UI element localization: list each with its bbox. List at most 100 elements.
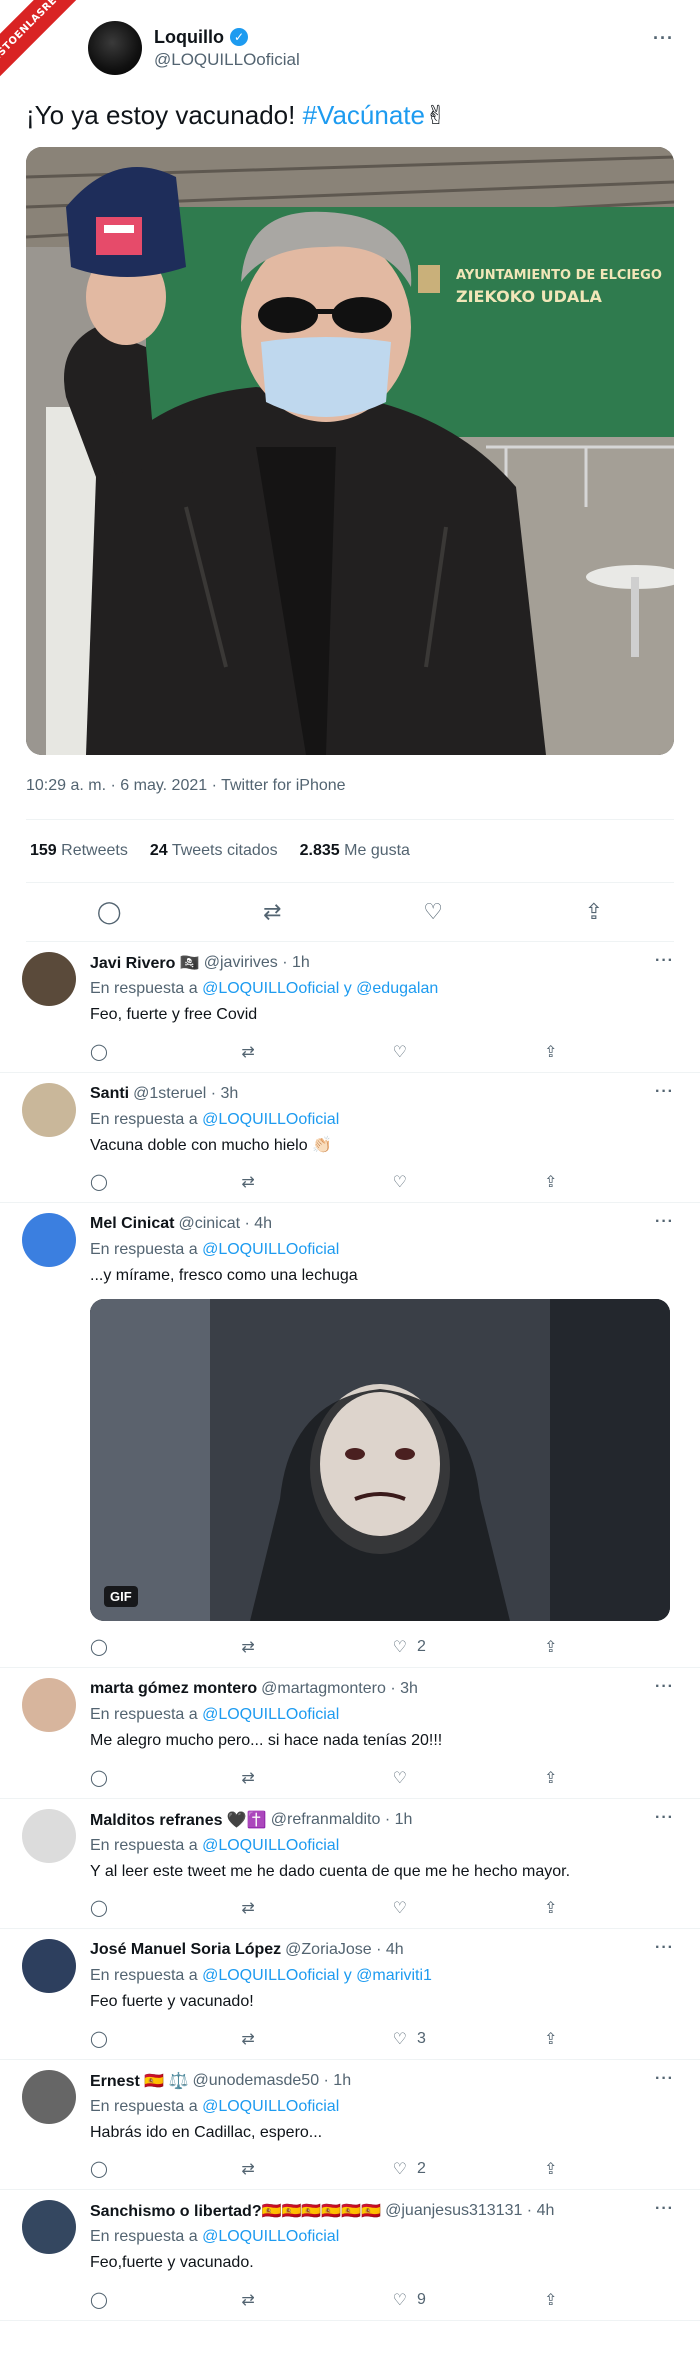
share-icon[interactable]: ⇪	[544, 1898, 584, 1918]
share-icon[interactable]: ⇪	[544, 1637, 584, 1657]
more-options-icon[interactable]: ···	[655, 952, 674, 970]
share-icon[interactable]: ⇪	[585, 899, 603, 925]
like-button[interactable]: ♡ 9	[393, 2290, 433, 2310]
reply-avatar[interactable]	[22, 952, 76, 1007]
reply-to-link[interactable]: @LOQUILLOoficial	[202, 2228, 339, 2245]
reply-tweet-2[interactable]: Santi @1steruel · 3h ··· En respuesta a …	[0, 1073, 700, 1204]
reply-handle[interactable]: @martagmontero · 3h	[261, 1680, 418, 1698]
reply-tweet-4[interactable]: marta gómez montero @martagmontero · 3h …	[0, 1668, 700, 1799]
more-options-icon[interactable]: ···	[655, 1678, 674, 1696]
reply-to-link[interactable]: @LOQUILLOoficial	[202, 1111, 339, 1128]
quote-tweets-stat[interactable]: 24 Tweets citados	[150, 842, 278, 860]
reply-actions: ◯ ⇄ ♡ ⇪	[90, 1042, 674, 1062]
like-button[interactable]: ♡	[393, 1768, 433, 1788]
reply-to-link[interactable]: @LOQUILLOoficial	[202, 1241, 339, 1258]
reply-actions: ◯ ⇄ ♡ ⇪	[90, 1172, 674, 1192]
retweet-icon[interactable]: ⇄	[241, 2159, 281, 2179]
reply-tweet-8[interactable]: Sanchismo o libertad?🇪🇸🇪🇸🇪🇸🇪🇸🇪🇸🇪🇸 @juanj…	[0, 2190, 700, 2321]
reply-tweet-6[interactable]: José Manuel Soria López @ZoriaJose · 4h …	[0, 1929, 700, 2060]
tweet-timestamp[interactable]: 10:29 a. m. · 6 may. 2021 · Twitter for …	[26, 777, 674, 821]
author-handle[interactable]: @LOQUILLOoficial	[154, 50, 300, 70]
reply-icon[interactable]: ◯	[90, 1042, 130, 1062]
reply-tweet-3[interactable]: Mel Cinicat @cinicat · 4h ··· En respues…	[0, 1203, 700, 1668]
reply-handle[interactable]: @unodemasde50 · 1h	[193, 2072, 352, 2090]
reply-avatar[interactable]	[22, 1213, 76, 1268]
author-name[interactable]: Loquillo	[154, 27, 224, 48]
reply-icon[interactable]: ◯	[90, 2159, 130, 2179]
reply-tweet-5[interactable]: Malditos refranes 🖤✝️ @refranmaldito · 1…	[0, 1799, 700, 1930]
reply-handle[interactable]: @juanjesus313131 · 4h	[385, 2202, 554, 2220]
more-options-icon[interactable]: ···	[655, 2200, 674, 2218]
share-icon[interactable]: ⇪	[544, 2159, 584, 2179]
reply-handle[interactable]: @refranmaldito · 1h	[271, 1811, 413, 1829]
reply-tweet-1[interactable]: Javi Rivero 🏴‍☠️ @javirives · 1h ··· En …	[0, 942, 700, 1073]
more-options-icon[interactable]: ···	[655, 1083, 674, 1101]
hashtag-link[interactable]: #Vacúnate	[303, 100, 425, 130]
retweets-stat[interactable]: 159 Retweets	[30, 842, 128, 860]
like-button[interactable]: ♡	[393, 1898, 433, 1918]
retweet-icon[interactable]: ⇄	[241, 1042, 281, 1062]
more-options-icon[interactable]: ···	[653, 28, 674, 49]
reply-avatar[interactable]	[22, 1939, 76, 1994]
like-button[interactable]: ♡	[393, 1172, 433, 1192]
retweet-icon[interactable]: ⇄	[241, 1172, 281, 1192]
reply-handle[interactable]: @1steruel · 3h	[133, 1085, 238, 1103]
tweet-text: ¡Yo ya estoy vacunado! #Vacúnate✌	[26, 100, 674, 131]
reply-text: Vacuna doble con mucho hielo 👏🏻	[90, 1136, 332, 1154]
share-icon[interactable]: ⇪	[544, 1172, 584, 1192]
tweet-actions: ◯ ⇄ ♡ ⇪	[26, 883, 674, 943]
reply-handle[interactable]: @cinicat · 4h	[178, 1215, 272, 1233]
share-icon[interactable]: ⇪	[544, 2290, 584, 2310]
reply-to-link[interactable]: @LOQUILLOoficial	[202, 1837, 339, 1854]
reply-to-link[interactable]: @LOQUILLOoficial y @mariviti1	[202, 1967, 432, 1984]
reply-handle[interactable]: @javirives · 1h	[204, 954, 310, 972]
retweet-icon[interactable]: ⇄	[241, 1898, 281, 1918]
retweet-icon[interactable]: ⇄	[241, 2029, 281, 2049]
reply-tweet-7[interactable]: Ernest 🇪🇸 ⚖️ @unodemasde50 · 1h ··· En r…	[0, 2060, 700, 2191]
reply-icon[interactable]: ◯	[90, 1768, 130, 1788]
reply-to-link[interactable]: @LOQUILLOoficial	[202, 2098, 339, 2115]
reply-author-name[interactable]: Santi	[90, 1085, 129, 1103]
reply-to-link[interactable]: @LOQUILLOoficial	[202, 1706, 339, 1723]
reply-author-name[interactable]: Sanchismo o libertad?🇪🇸🇪🇸🇪🇸🇪🇸🇪🇸🇪🇸	[90, 2201, 381, 2221]
reply-author-name[interactable]: Malditos refranes 🖤✝️	[90, 1810, 267, 1830]
more-options-icon[interactable]: ···	[655, 1213, 674, 1231]
reply-icon[interactable]: ◯	[90, 2029, 130, 2049]
reply-avatar[interactable]	[22, 2069, 76, 2124]
more-options-icon[interactable]: ···	[655, 2070, 674, 2088]
reply-author-name[interactable]: Mel Cinicat	[90, 1215, 174, 1233]
reply-icon[interactable]: ◯	[97, 899, 122, 925]
like-button[interactable]: ♡ 3	[393, 2029, 433, 2049]
like-button[interactable]: ♡ 2	[393, 1637, 433, 1657]
reply-icon[interactable]: ◯	[90, 2290, 130, 2310]
retweet-icon[interactable]: ⇄	[263, 899, 281, 925]
reply-author-name[interactable]: Ernest 🇪🇸 ⚖️	[90, 2071, 189, 2091]
reply-to-link[interactable]: @LOQUILLOoficial y @edugalan	[202, 980, 438, 997]
like-icon[interactable]: ♡	[423, 899, 443, 925]
share-icon[interactable]: ⇪	[544, 1768, 584, 1788]
reply-icon[interactable]: ◯	[90, 1637, 130, 1657]
reply-icon[interactable]: ◯	[90, 1898, 130, 1918]
more-options-icon[interactable]: ···	[655, 1809, 674, 1827]
like-button[interactable]: ♡	[393, 1042, 433, 1062]
share-icon[interactable]: ⇪	[544, 1042, 584, 1062]
reply-handle[interactable]: @ZoriaJose · 4h	[285, 1941, 404, 1959]
reply-avatar[interactable]	[22, 2200, 76, 2255]
reply-avatar[interactable]	[22, 1677, 76, 1732]
more-options-icon[interactable]: ···	[655, 1939, 674, 1957]
reply-avatar[interactable]	[22, 1808, 76, 1863]
reply-author-name[interactable]: José Manuel Soria López	[90, 1941, 281, 1959]
retweet-icon[interactable]: ⇄	[241, 1768, 281, 1788]
reply-icon[interactable]: ◯	[90, 1172, 130, 1192]
author-avatar[interactable]	[88, 21, 142, 75]
tweet-photo[interactable]: AYUNTAMIENTO DE ELCIEGO ZIEKOKO UDALA	[26, 147, 674, 756]
reply-author-name[interactable]: Javi Rivero 🏴‍☠️	[90, 953, 200, 973]
retweet-icon[interactable]: ⇄	[241, 1637, 281, 1657]
gif-media[interactable]: GIF	[90, 1298, 670, 1621]
reply-avatar[interactable]	[22, 1082, 76, 1137]
reply-author-name[interactable]: marta gómez montero	[90, 1680, 257, 1698]
likes-stat[interactable]: 2.835 Me gusta	[300, 842, 410, 860]
share-icon[interactable]: ⇪	[544, 2029, 584, 2049]
like-button[interactable]: ♡ 2	[393, 2159, 433, 2179]
retweet-icon[interactable]: ⇄	[241, 2290, 281, 2310]
